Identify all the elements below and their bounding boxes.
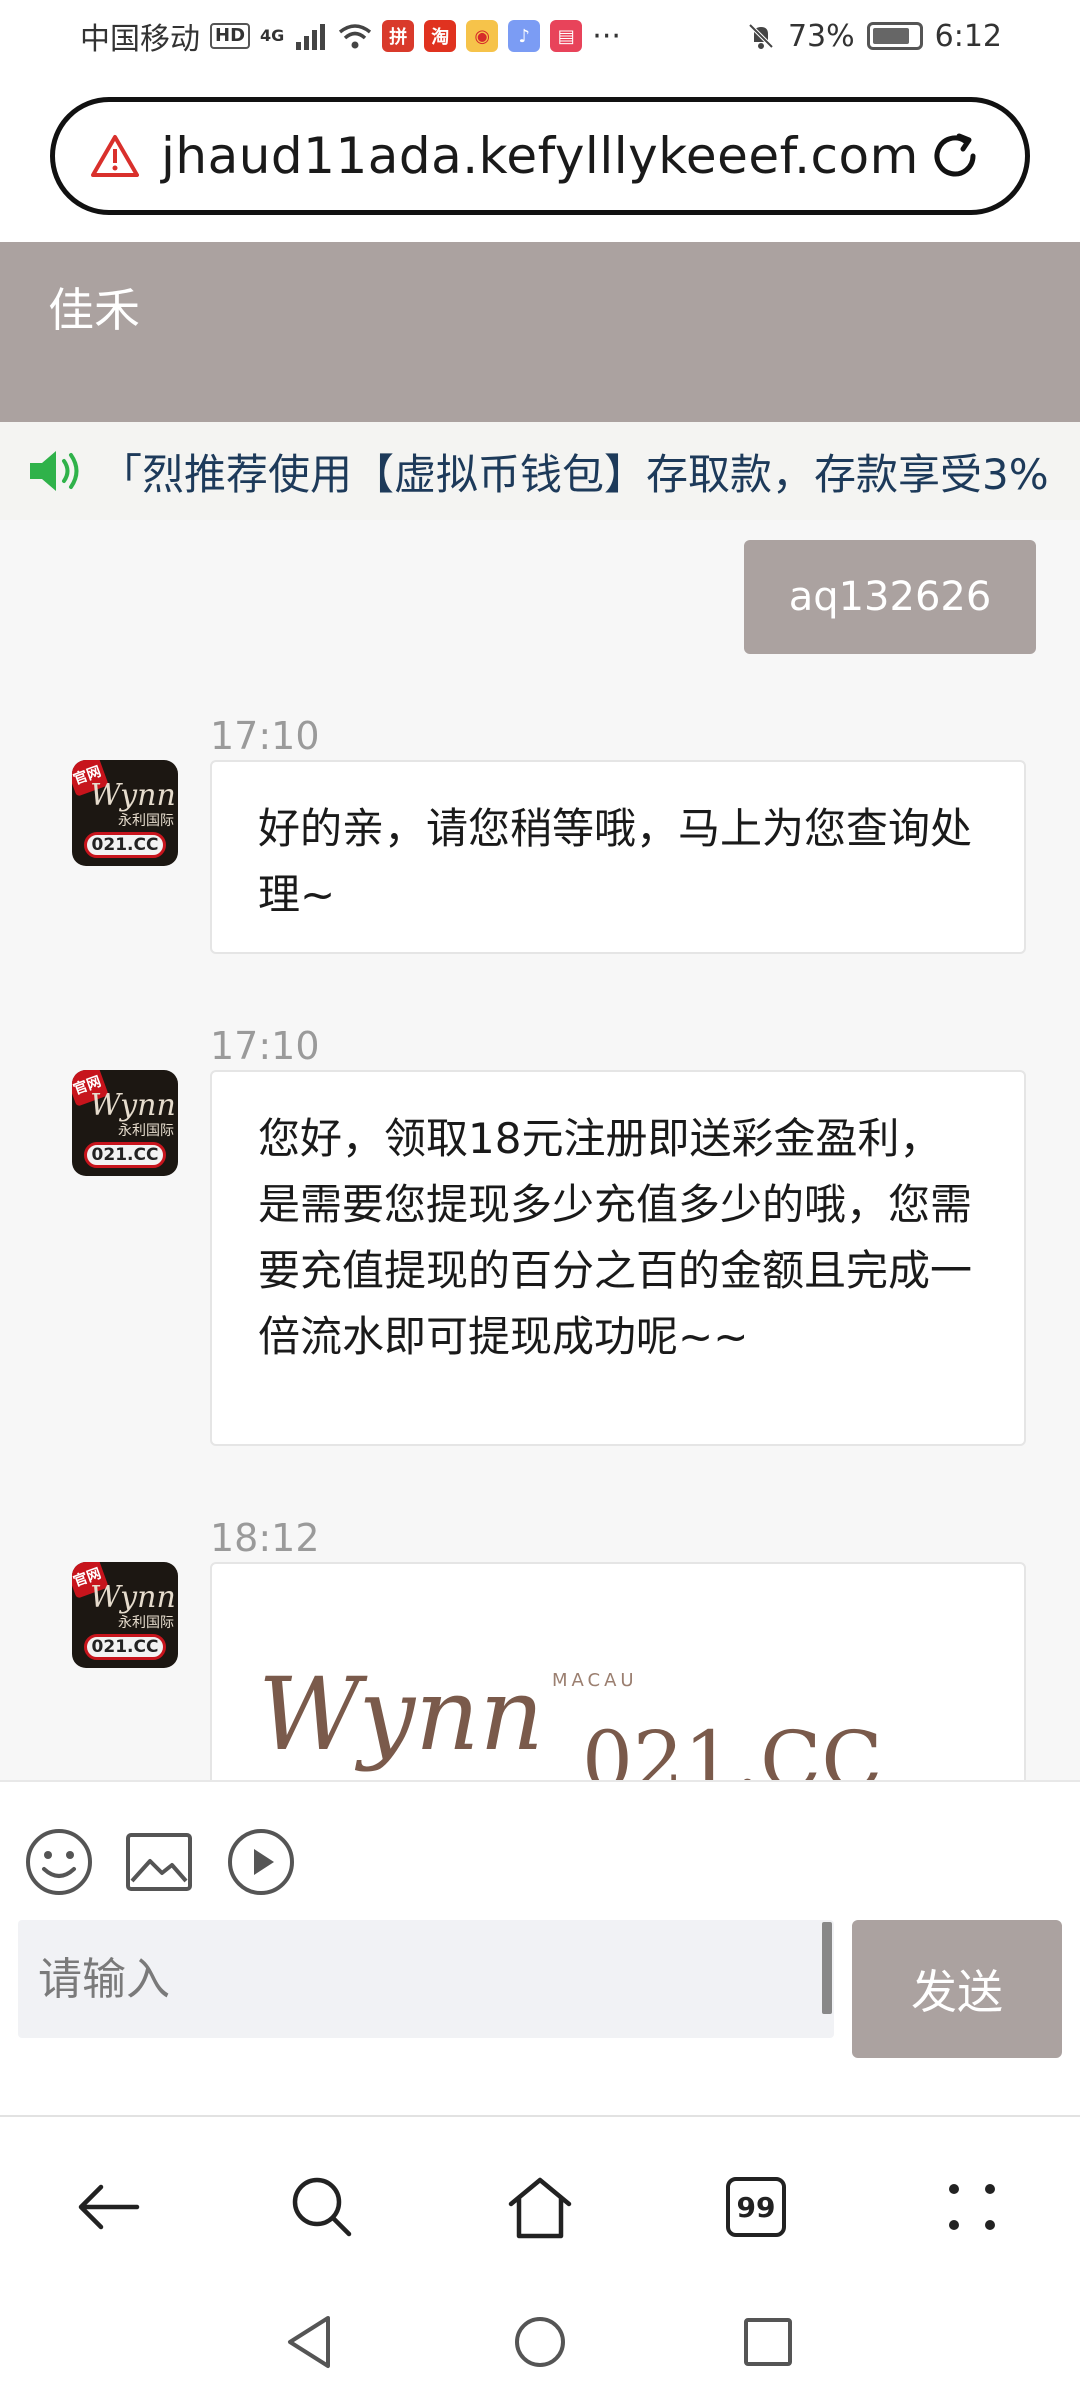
tab-count-badge: 99 xyxy=(726,2177,786,2237)
system-nav-bar xyxy=(0,2285,1080,2400)
carrier-label: 中国移动 xyxy=(80,22,200,57)
message-time: 18:12 xyxy=(210,1516,320,1560)
battery-icon xyxy=(866,22,923,50)
avatar-code: 021.CC xyxy=(84,1142,166,1168)
circle-home-icon xyxy=(515,2317,565,2367)
agent-avatar[interactable]: 官网 Wynn 永利国际 021.CC xyxy=(72,1070,178,1176)
emoji-icon[interactable] xyxy=(24,1827,94,1897)
signal-icon xyxy=(296,24,326,50)
home-button[interactable] xyxy=(500,2167,580,2247)
wifi-icon xyxy=(339,24,372,49)
system-home-button[interactable] xyxy=(505,2307,575,2377)
avatar-code: 021.CC xyxy=(84,832,166,858)
menu-button[interactable] xyxy=(932,2167,1012,2247)
message-time: 17:10 xyxy=(210,714,320,758)
search-button[interactable] xyxy=(282,2167,362,2247)
input-area: 发送 xyxy=(0,1780,1080,2115)
agent-avatar[interactable]: 官网 Wynn 永利国际 021.CC xyxy=(72,1562,178,1668)
battery-percent: 73% xyxy=(787,18,855,54)
square-recents-icon xyxy=(744,2318,792,2366)
reader-app-icon: ▤ xyxy=(550,20,583,52)
avatar-brand: Wynn xyxy=(90,1088,176,1123)
avatar-brand-cn: 永利国际 xyxy=(118,1123,174,1139)
search-icon xyxy=(292,2177,352,2237)
more-notifications-icon: ··· xyxy=(592,18,621,54)
taobao-app-icon: 淘 xyxy=(424,20,457,52)
tabs-button[interactable]: 99 xyxy=(716,2167,796,2247)
message-bubble: 您好，领取18元注册即送彩金盈利，是需要您提现多少充值多少的哦，您需要充值提现的… xyxy=(210,1070,1026,1446)
image-code-text: 021.CC xyxy=(582,1714,883,1780)
mute-bell-icon xyxy=(748,23,774,49)
warning-icon[interactable] xyxy=(91,134,139,178)
chat-header: 佳禾 xyxy=(0,242,1080,422)
avatar-code: 021.CC xyxy=(84,1634,166,1660)
clock: 6:12 xyxy=(934,18,1002,54)
back-button[interactable] xyxy=(68,2167,148,2247)
agent-avatar[interactable]: 官网 Wynn 永利国际 021.CC xyxy=(72,760,178,866)
image-message[interactable]: Wynn MACAU 021.CC xyxy=(210,1562,1026,1780)
music-app-icon: ♪ xyxy=(508,20,541,52)
menu-dots-icon xyxy=(949,2184,995,2230)
send-button[interactable]: 发送 xyxy=(852,1920,1062,2058)
hd-badge: HD xyxy=(210,23,251,49)
notice-bar[interactable]: 「烈推荐使用【虚拟币钱包】存取款，存款享受3% xyxy=(0,422,1080,520)
network-type: 4G xyxy=(260,26,285,45)
avatar-brand-cn: 永利国际 xyxy=(118,813,174,829)
url-text[interactable]: jhaud11ada.kefylllykeeef.com xyxy=(161,127,919,185)
avatar-brand: Wynn xyxy=(90,1580,176,1615)
image-upload-icon[interactable] xyxy=(124,1827,194,1897)
system-back-button[interactable] xyxy=(274,2307,344,2377)
message-bubble: 好的亲，请您稍等哦，马上为您查询处理~ xyxy=(210,760,1026,954)
address-bar[interactable]: jhaud11ada.kefylllykeeef.com xyxy=(50,97,1030,215)
weibo-app-icon: ◉ xyxy=(466,20,499,52)
system-recents-button[interactable] xyxy=(733,2307,803,2377)
message-time: 17:10 xyxy=(210,1024,320,1068)
home-icon xyxy=(508,2177,572,2239)
avatar-brand-cn: 永利国际 xyxy=(118,1615,174,1631)
user-message-bubble: aq132626 xyxy=(744,540,1036,654)
message-list[interactable]: aq132626 17:10 官网 Wynn 永利国际 021.CC 好的亲，请… xyxy=(0,520,1080,1780)
browser-bottom-nav: 99 xyxy=(0,2115,1080,2285)
image-macau-text: MACAU xyxy=(552,1670,638,1691)
pinduoduo-app-icon: 拼 xyxy=(382,20,415,52)
notice-text: 「烈推荐使用【虚拟币钱包】存取款，存款享受3% xyxy=(100,449,1049,499)
text-cursor xyxy=(822,1922,832,2014)
image-logo-text: Wynn xyxy=(258,1656,544,1773)
chat-title: 佳禾 xyxy=(48,283,140,337)
status-bar: 中国移动 HD 4G 拼 淘 ◉ ♪ ▤ ··· 73% 6:12 xyxy=(0,0,1080,72)
refresh-icon[interactable] xyxy=(925,126,985,186)
avatar-brand: Wynn xyxy=(90,778,176,813)
message-input[interactable] xyxy=(18,1920,834,2038)
browser-toolbar: jhaud11ada.kefylllykeeef.com xyxy=(0,72,1080,242)
back-arrow-icon xyxy=(78,2184,140,2230)
triangle-back-icon xyxy=(288,2316,330,2368)
speaker-icon xyxy=(30,451,79,491)
video-play-icon[interactable] xyxy=(226,1827,296,1897)
